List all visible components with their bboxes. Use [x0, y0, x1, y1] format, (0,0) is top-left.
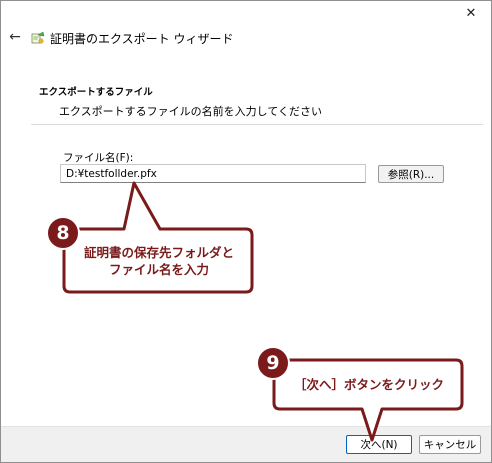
section-description: エクスポートするファイルの名前を入力してください	[59, 105, 323, 118]
browse-button[interactable]: 参照(R)...	[378, 165, 444, 183]
back-arrow-icon[interactable]: ←	[7, 28, 23, 46]
header-divider	[31, 124, 483, 125]
next-button[interactable]: 次へ(N)	[346, 435, 412, 454]
certificate-wizard-icon	[31, 31, 45, 44]
section-heading: エクスポートするファイル	[39, 87, 153, 98]
callout-9-line1: ［次へ］ボタンをクリック	[293, 377, 444, 392]
callout-8-line1: 証明書の保存先フォルダと	[83, 245, 234, 260]
filename-input[interactable]	[60, 164, 366, 183]
step-badge-8: 8	[46, 216, 80, 250]
step-badge-9: 9	[256, 346, 290, 380]
wizard-title: 証明書のエクスポート ウィザード	[50, 32, 234, 46]
close-icon[interactable]: ✕	[451, 1, 491, 25]
cancel-button[interactable]: キャンセル	[419, 435, 481, 454]
callout-9-text: ［次へ］ボタンをクリック	[276, 376, 462, 393]
button-bar	[1, 426, 491, 462]
filename-label: ファイル名(F):	[63, 152, 134, 164]
callout-8-text: 証明書の保存先フォルダと ファイル名を入力	[66, 244, 252, 278]
callout-8-line2: ファイル名を入力	[108, 262, 209, 277]
